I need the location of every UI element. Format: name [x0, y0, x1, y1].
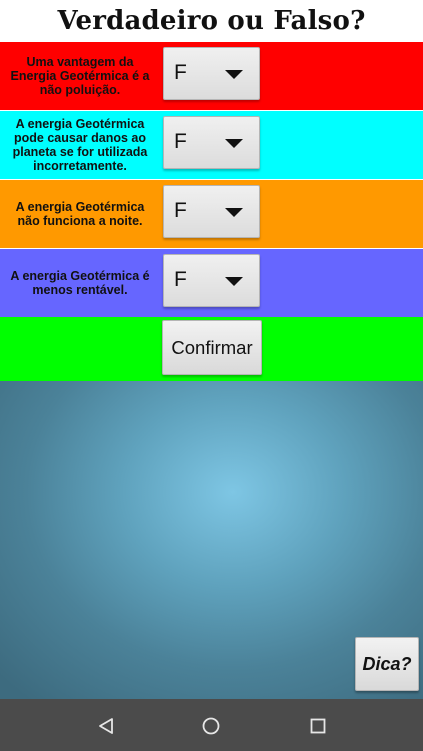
- answer-dropdown[interactable]: F: [163, 116, 260, 169]
- question-row-3: A energia Geotérmica não funciona a noit…: [0, 180, 423, 248]
- home-icon[interactable]: [191, 709, 231, 743]
- hint-button[interactable]: Dica?: [355, 637, 419, 691]
- question-row-2: A energia Geotérmica pode causar danos a…: [0, 111, 423, 179]
- question-text: A energia Geotérmica pode causar danos a…: [12, 117, 148, 173]
- dropdown-value: F: [174, 61, 187, 84]
- caret-down-icon: [225, 208, 243, 217]
- answer-dropdown[interactable]: F: [163, 47, 260, 100]
- caret-down-icon: [225, 70, 243, 79]
- question-row-1: Uma vantagem da Energia Geotérmica é a n…: [0, 42, 423, 110]
- dropdown-value: F: [174, 130, 187, 153]
- page-title: Verdadeiro ou Falso?: [57, 6, 366, 36]
- answer-dropdown[interactable]: F: [163, 254, 260, 307]
- question-text: A energia Geotérmica não funciona a noit…: [15, 200, 145, 228]
- title-bar: Verdadeiro ou Falso?: [0, 0, 423, 42]
- question-text: A energia Geotérmica é menos rentável.: [10, 269, 150, 297]
- answer-dropdown[interactable]: F: [163, 185, 260, 238]
- confirm-row: Confirmar: [0, 317, 423, 381]
- navigation-bar: [0, 699, 423, 751]
- confirm-button[interactable]: Confirmar: [162, 320, 262, 375]
- dropdown-value: F: [174, 268, 187, 291]
- question-row-4: A energia Geotérmica é menos rentável. F: [0, 249, 423, 317]
- caret-down-icon: [225, 277, 243, 286]
- caret-down-icon: [225, 139, 243, 148]
- dropdown-value: F: [174, 199, 187, 222]
- question-text: Uma vantagem da Energia Geotérmica é a n…: [10, 55, 150, 97]
- back-icon[interactable]: [86, 709, 126, 743]
- recents-icon[interactable]: [298, 709, 338, 743]
